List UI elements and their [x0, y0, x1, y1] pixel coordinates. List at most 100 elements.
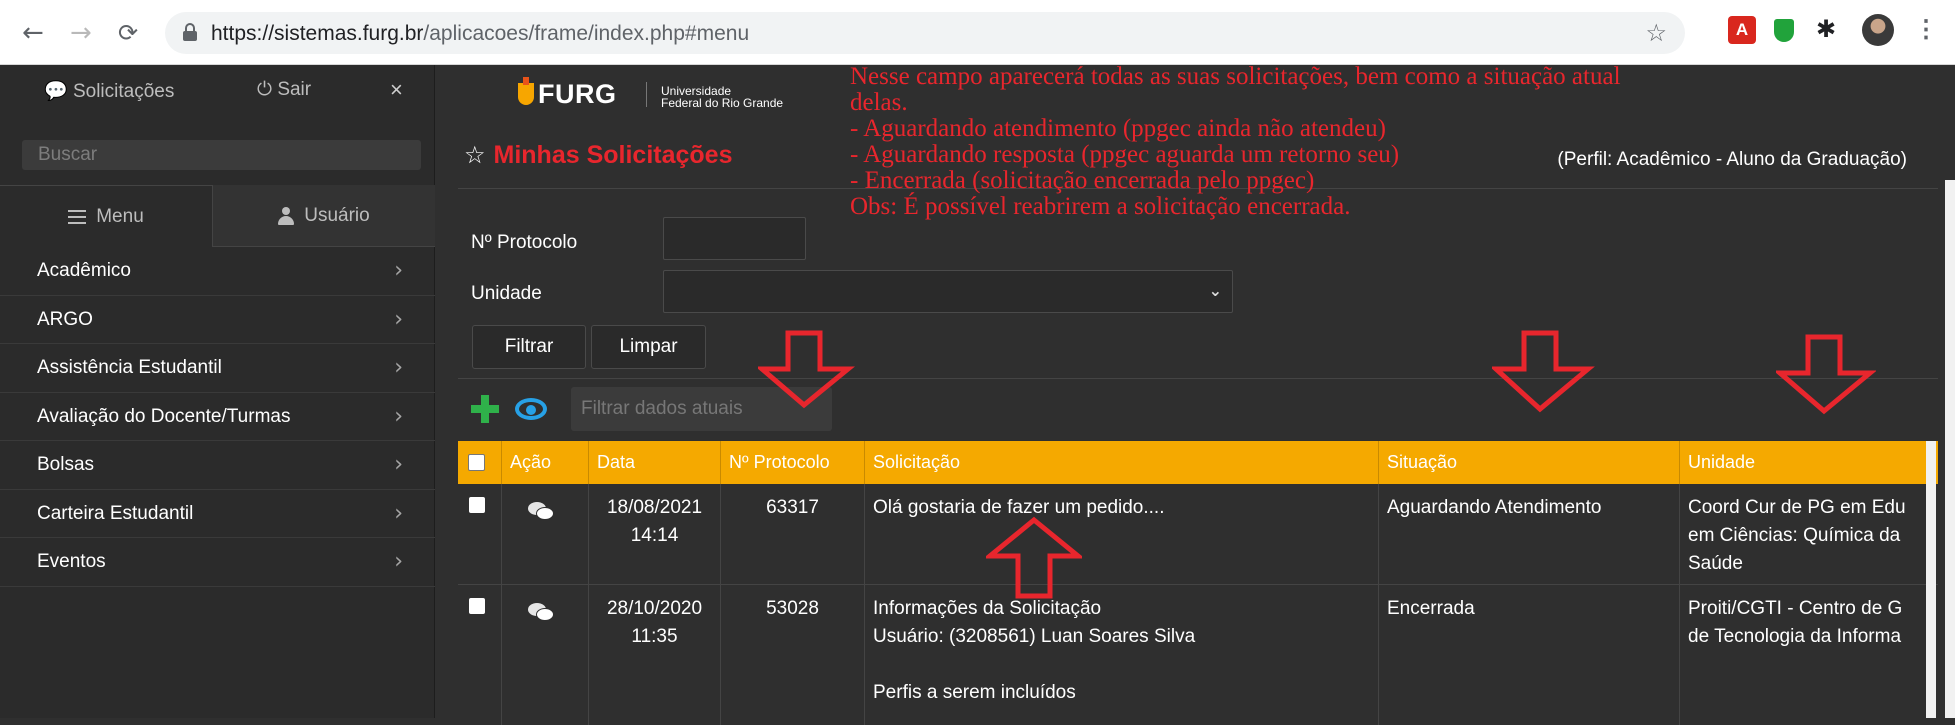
table-row[interactable]: 28/10/2020 11:35 53028 Informações da Sol…	[458, 585, 1938, 725]
solicitacao-text: Olá gostaria de fazer um pedido....	[873, 497, 1165, 518]
solicitacao-text: Perfis a serem incluídos	[873, 682, 1076, 703]
protocolo-label: Nº Protocolo	[471, 232, 578, 253]
profile-avatar[interactable]	[1862, 14, 1894, 46]
down-arrow-annotation-icon	[1776, 334, 1876, 415]
eye-icon[interactable]	[515, 398, 547, 420]
select-all-cell	[458, 441, 502, 484]
select-all-checkbox[interactable]	[468, 454, 485, 471]
annotation-line: - Aguardando atendimento (ppgec ainda nã…	[850, 115, 1386, 142]
row-checkbox[interactable]	[469, 598, 485, 614]
sidebar-item-assistencia-estudantil[interactable]: Assistência Estudantil ›	[0, 344, 435, 393]
up-arrow-annotation-icon	[986, 516, 1082, 599]
unidade-cell: Coord Cur de PG em Edu em Ciências: Quími…	[1680, 484, 1938, 584]
pdf-extension-icon[interactable]: A	[1728, 16, 1756, 44]
row-checkbox[interactable]	[469, 497, 485, 513]
unidade-select[interactable]: ⌄	[663, 270, 1233, 313]
instruction-annotation: Nesse campo aparecerá todas as suas soli…	[850, 64, 1621, 220]
table-row[interactable]: 18/08/2021 14:14 63317 Olá gostaria de fa…	[458, 484, 1938, 585]
furg-logo-mark-icon	[518, 77, 534, 105]
row-select-cell	[458, 585, 502, 725]
filtrar-button[interactable]: Filtrar	[472, 325, 586, 369]
column-header-solicitacao[interactable]: Solicitação	[865, 441, 1379, 484]
chevron-right-icon: ›	[394, 355, 403, 380]
action-cell	[502, 484, 589, 584]
shield-extension-icon[interactable]	[1774, 19, 1794, 42]
annotation-line: delas.	[850, 89, 908, 116]
browser-menu-icon[interactable]: ⋮	[1914, 16, 1942, 44]
sidebar-menu-list: Acadêmico › ARGO › Assistência Estudantil ›…	[0, 247, 435, 587]
column-header-protocolo[interactable]: Nº Protocolo	[721, 441, 865, 484]
protocolo-cell: 63317	[721, 484, 865, 584]
favorite-star-icon[interactable]: ☆	[464, 141, 486, 169]
table-header: Ação Data Nº Protocolo Solicitação Situa…	[458, 441, 1938, 484]
logo-divider	[646, 82, 647, 107]
situacao-cell: Aguardando Atendimento	[1379, 484, 1680, 584]
reload-icon[interactable]: ⟳	[118, 18, 138, 48]
address-bar[interactable]: https://sistemas.furg.br/aplicacoes/fram…	[165, 12, 1685, 54]
column-header-situacao[interactable]: Situação	[1379, 441, 1680, 484]
sidebar-item-academico[interactable]: Acadêmico ›	[0, 247, 435, 296]
sair-link[interactable]: ⏻ Sair	[257, 79, 311, 101]
unidade-line: de Tecnologia da Informa	[1688, 626, 1902, 647]
protocolo-cell: 53028	[721, 585, 865, 725]
protocolo-input[interactable]	[663, 217, 806, 260]
unidade-line: Saúde	[1688, 553, 1743, 574]
user-icon	[278, 206, 295, 225]
solicitacao-text: Usuário: (3208561) Luan Soares Silva	[873, 626, 1196, 647]
page-title-text: Minhas Solicitações	[493, 141, 733, 169]
solicitacao-cell: Informações da Solicitação Usuário: (3208…	[865, 585, 1379, 725]
bookmark-star-icon[interactable]: ☆	[1645, 19, 1667, 48]
sidebar-item-label: Avaliação do Docente/Turmas	[37, 405, 291, 427]
column-header-data[interactable]: Data	[589, 441, 721, 484]
forward-arrow-icon[interactable]: →	[70, 18, 92, 48]
annotation-line: - Encerrada (solicitação encerrada pelo …	[850, 167, 1315, 194]
solicitacoes-link[interactable]: 💬 Solicitações	[44, 79, 174, 103]
url-text[interactable]: https://sistemas.furg.br/aplicacoes/fram…	[211, 22, 749, 46]
date-value: 28/10/2020	[606, 598, 703, 619]
annotation-line: Nesse campo aparecerá todas as suas soli…	[850, 63, 1621, 90]
extensions-puzzle-icon[interactable]: ✱	[1816, 16, 1844, 44]
divider	[458, 378, 1938, 379]
annotation-line: - Aguardando resposta (ppgec aguarda um …	[850, 141, 1400, 168]
sidebar-item-avaliacao-docente[interactable]: Avaliação do Docente/Turmas ›	[0, 393, 435, 441]
unidade-line: em Ciências: Química da	[1688, 525, 1901, 546]
chat-bubbles-icon[interactable]	[528, 502, 554, 522]
sidebar-item-label: Carteira Estudantil	[37, 502, 194, 524]
page-title: ☆ Minhas Solicitações	[464, 141, 732, 170]
sidebar-item-eventos[interactable]: Eventos ›	[0, 538, 435, 587]
tab-menu[interactable]: Menu	[0, 185, 213, 247]
sidebar-item-label: Assistência Estudantil	[37, 357, 222, 378]
url-path: /aplicacoes/frame/index.php#menu	[423, 22, 750, 45]
solicitacao-text: Informações da Solicitação	[873, 598, 1102, 619]
chevron-right-icon: ›	[394, 549, 403, 574]
annotation-line: Obs: É possível reabrirem a solicitação …	[850, 193, 1351, 220]
unidade-label: Unidade	[471, 283, 542, 304]
sidebar-item-bolsas[interactable]: Bolsas ›	[0, 441, 435, 490]
tab-usuario[interactable]: Usuário	[213, 185, 435, 247]
university-line2: Federal do Rio Grande	[661, 96, 784, 110]
sidebar-item-carteira-estudantil[interactable]: Carteira Estudantil ›	[0, 490, 435, 538]
lock-icon	[183, 23, 197, 41]
chevron-right-icon: ›	[394, 452, 403, 477]
sidebar-search-input[interactable]	[22, 140, 421, 170]
tab-menu-label: Menu	[96, 206, 144, 227]
power-icon: ⏻	[257, 79, 273, 100]
unidade-line: Coord Cur de PG em Edu	[1688, 497, 1906, 518]
add-plus-icon[interactable]	[471, 395, 499, 423]
sidebar-item-label: Eventos	[37, 551, 106, 572]
sidebar-item-label: ARGO	[37, 308, 93, 330]
sidebar-top-bar: 💬 Solicitações ⏻ Sair ×	[0, 65, 435, 131]
chat-bubbles-icon[interactable]	[528, 603, 554, 623]
limpar-button[interactable]: Limpar	[591, 325, 706, 369]
page-scrollbar[interactable]	[1945, 180, 1955, 718]
solicitacao-cell: Olá gostaria de fazer um pedido....	[865, 484, 1379, 584]
column-header-acao[interactable]: Ação	[502, 441, 589, 484]
unidade-line: Proiti/CGTI - Centro de G	[1688, 598, 1903, 619]
back-arrow-icon[interactable]: ←	[22, 18, 44, 48]
column-header-unidade[interactable]: Unidade	[1680, 441, 1938, 484]
table-scrollbar[interactable]	[1926, 441, 1936, 718]
action-cell	[502, 585, 589, 725]
chevron-right-icon: ›	[394, 258, 403, 283]
sidebar-item-argo[interactable]: ARGO ›	[0, 296, 435, 344]
close-sidebar-icon[interactable]: ×	[390, 77, 403, 103]
